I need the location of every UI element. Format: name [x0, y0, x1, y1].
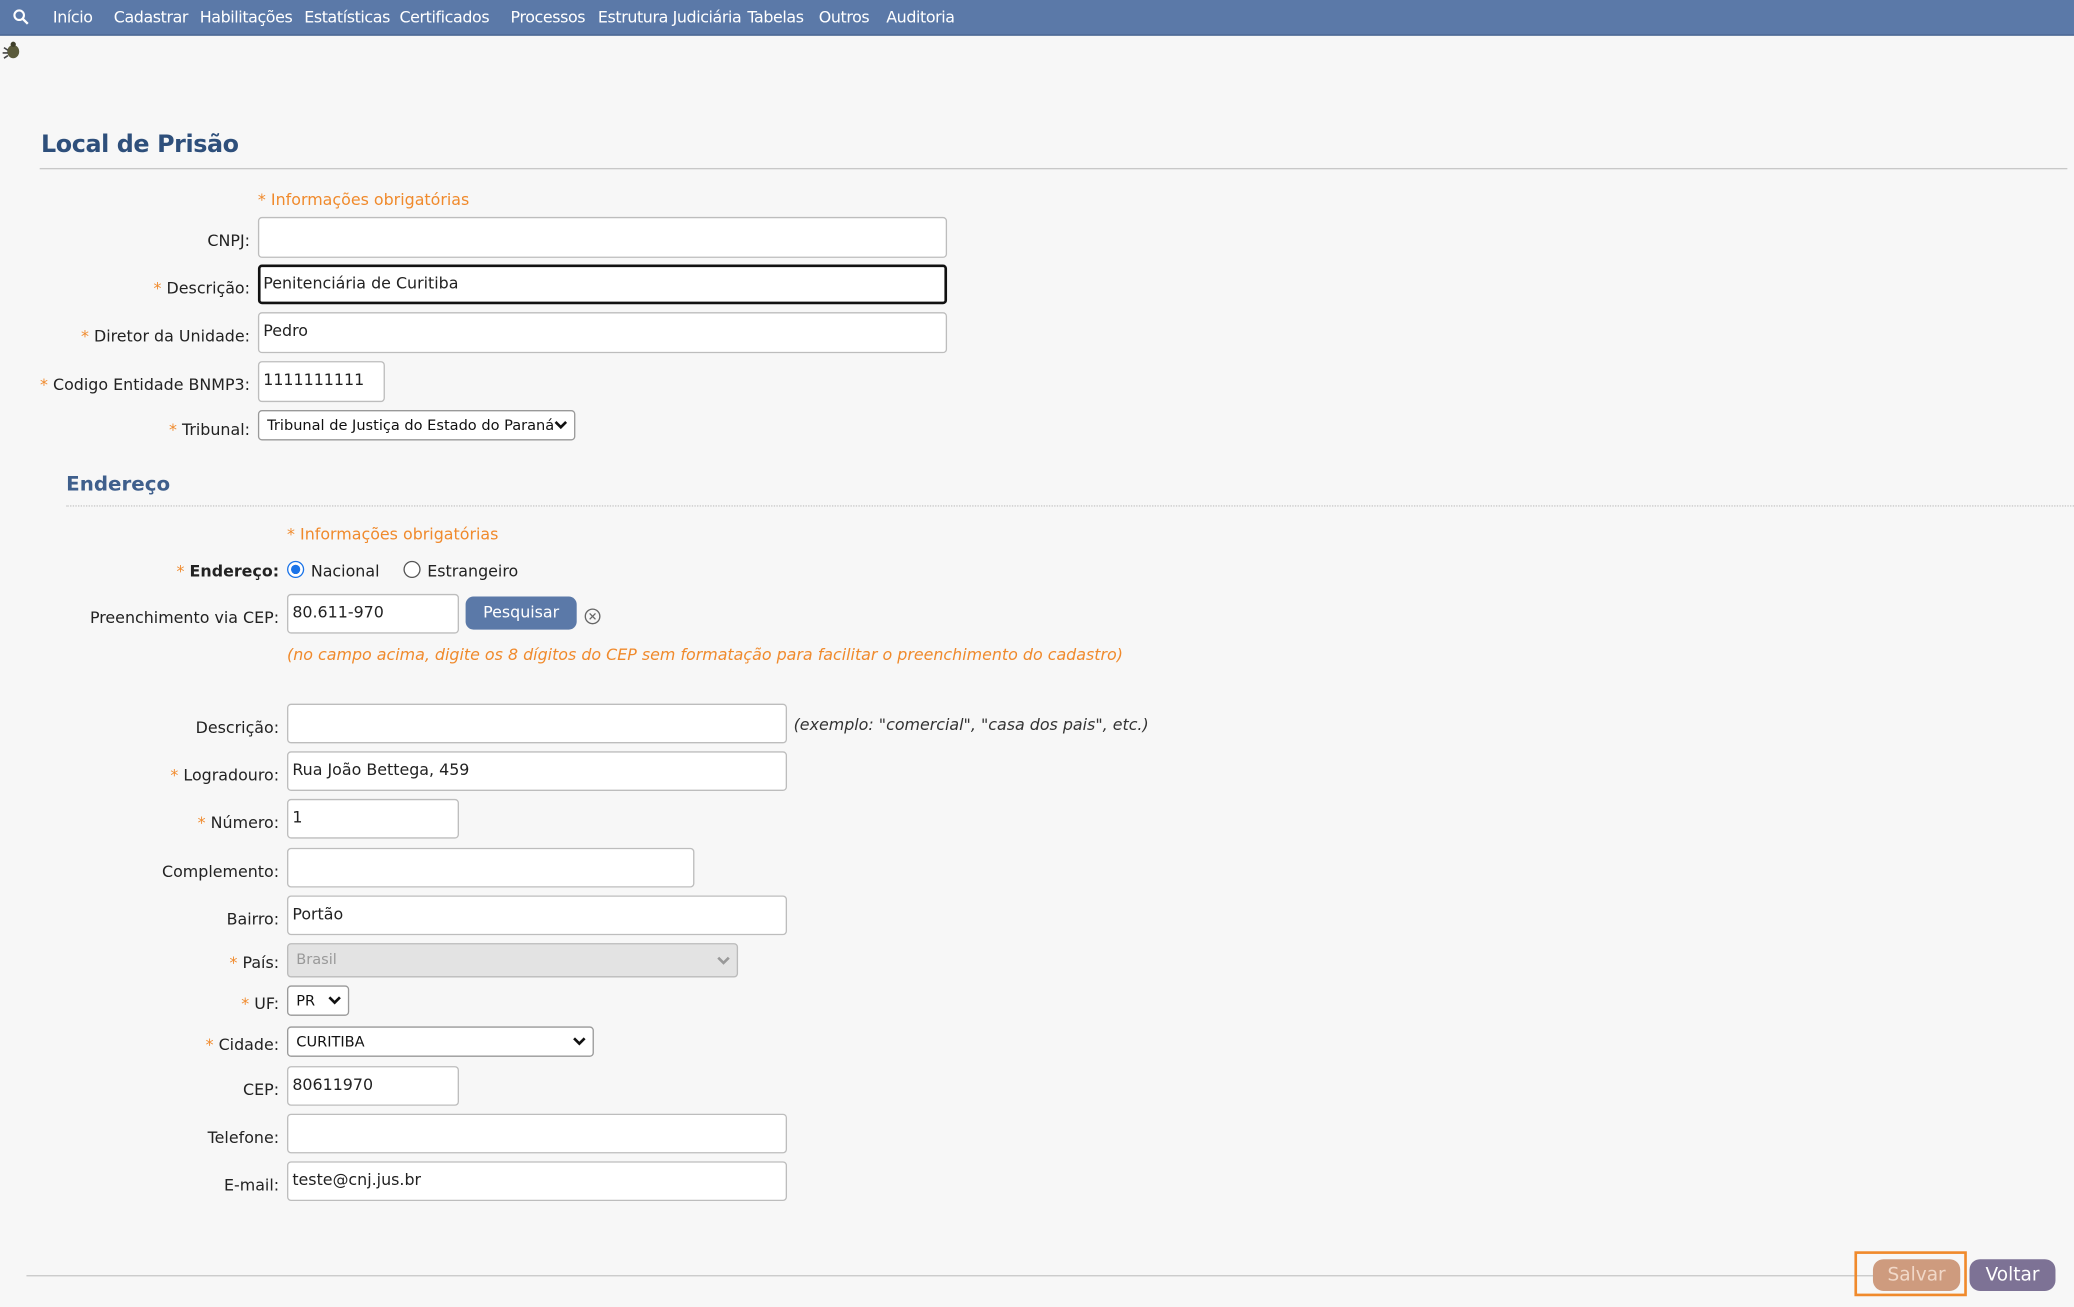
cidade-label: * Cidade: [205, 1035, 280, 1055]
bairro-field[interactable]: Portão [287, 895, 788, 936]
bug-icon[interactable] [1, 40, 22, 61]
descricao-example: (exemplo: "comercial", "casa dos pais", … [793, 715, 1149, 735]
diretor-field[interactable]: Pedro [257, 312, 948, 354]
radio-nacional-label: Nacional [310, 562, 380, 581]
tribunal-select-value: Tribunal de Justiça do Estado do Paraná [267, 416, 555, 434]
cep-search-label: Preenchimento via CEP: [89, 608, 280, 627]
radio-estrangeiro[interactable] [403, 560, 421, 579]
cep-hint: (no campo acima, digite os 8 dígitos do … [287, 645, 1123, 664]
salvar-button[interactable]: Salvar [1872, 1259, 1961, 1291]
descricao-label: * Descrição: [153, 279, 250, 298]
descricao-field[interactable]: Penitenciária de Curitiba [257, 264, 948, 305]
tribunal-select[interactable]: Tribunal de Justiça do Estado do Paraná [257, 410, 576, 441]
codigo-bnmp3-field[interactable]: 1111111111 [257, 361, 385, 403]
footer-divider [26, 1275, 1879, 1277]
logradouro-field[interactable]: Rua João Bettega, 459 [287, 751, 788, 791]
nav-item-auditoria[interactable]: Auditoria [886, 0, 955, 34]
cep-search-input[interactable]: 80.611-970 [287, 593, 459, 634]
chevron-down-icon [573, 1037, 586, 1046]
nav-item-tabelas[interactable]: Tabelas [747, 0, 804, 34]
nav-item-certificados[interactable]: Certificados [399, 0, 489, 34]
chevron-down-icon [717, 956, 730, 965]
clear-icon[interactable] [583, 607, 602, 626]
bairro-label: Bairro: [226, 910, 280, 929]
chevron-down-icon [554, 421, 568, 430]
cidade-select[interactable]: CURITIBA [287, 1026, 594, 1057]
nav-item-inicio[interactable]: Início [53, 0, 93, 34]
uf-label: * PRUF: [241, 994, 280, 1014]
telefone-field[interactable] [287, 1113, 788, 1154]
cnpj-field[interactable] [257, 216, 948, 258]
title-divider [39, 167, 2068, 170]
top-nav-bar: Início Cadastrar Habilitações Estatístic… [0, 0, 2074, 36]
page-title: Local de Prisão [41, 130, 239, 159]
cidade-select-value: CURITIBA [296, 1033, 365, 1051]
nav-item-estatisticas[interactable]: Estatísticas [304, 0, 390, 34]
telefone-label: Telefone: [207, 1128, 280, 1147]
codigo-bnmp3-label: * Codigo Entidade BNMP3: [39, 375, 250, 395]
required-note-endereco: * Informações obrigatórias [287, 525, 499, 544]
cnpj-label: CNPJ: [207, 231, 250, 250]
diretor-label: * Diretor da Unidade: [80, 326, 250, 346]
endereco-tipo-label: * Endereço: [176, 562, 280, 581]
radio-nacional[interactable] [287, 560, 305, 579]
pesquisar-button[interactable]: Pesquisar [465, 596, 577, 630]
radio-estrangeiro-label: Estrangeiro [427, 562, 519, 581]
complemento-label: Complemento: [162, 862, 280, 881]
pais-select[interactable]: Brasil [287, 943, 739, 978]
cep-label: CEP: [243, 1080, 280, 1100]
section-title-endereco: Endereço [66, 472, 171, 497]
pais-select-value: Brasil [296, 951, 337, 969]
email-field[interactable]: teste@cnj.jus.br [287, 1161, 788, 1202]
uf-select[interactable]: PR [287, 985, 350, 1016]
search-icon[interactable] [12, 8, 31, 27]
required-note: * Informações obrigatórias [257, 190, 470, 209]
nav-item-estrutura-judiciaria[interactable]: Estrutura Judiciária [598, 0, 742, 34]
tribunal-label: * Tribunal: [168, 420, 250, 440]
nav-item-processos[interactable]: Processos [511, 0, 586, 34]
uf-select-value: PR [296, 992, 316, 1010]
end-descricao-field[interactable] [287, 703, 788, 744]
complemento-field[interactable] [287, 847, 695, 888]
numero-label: * Número: [197, 813, 280, 832]
nav-item-outros[interactable]: Outros [819, 0, 870, 34]
section-divider [66, 505, 2074, 507]
chevron-down-icon [328, 996, 341, 1005]
email-label: E-mail: [223, 1175, 280, 1195]
cep-field[interactable]: 80611970 [287, 1066, 459, 1106]
voltar-button[interactable]: Voltar [1969, 1259, 2056, 1291]
pais-label: * País: [229, 953, 280, 973]
end-descricao-label: Descrição: [195, 718, 280, 737]
logradouro-label: * Logradouro: [170, 765, 280, 785]
nav-item-cadastrar[interactable]: Cadastrar [114, 0, 189, 34]
numero-field[interactable]: 1 [287, 798, 459, 839]
nav-item-habilitacoes[interactable]: Habilitações [200, 0, 293, 34]
